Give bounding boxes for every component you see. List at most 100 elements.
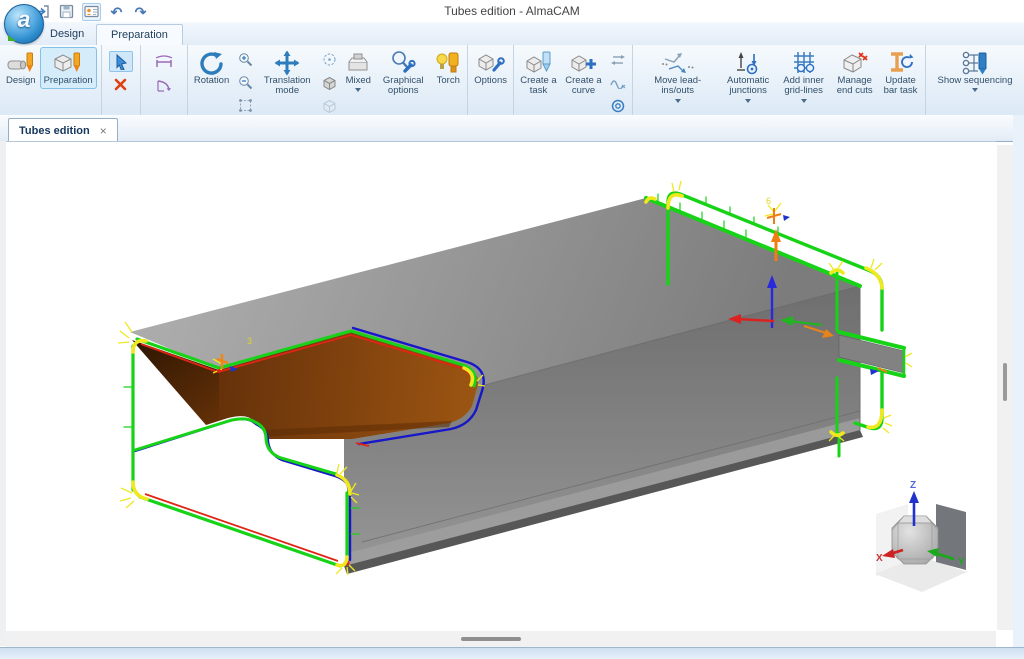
zoom-in-button[interactable] xyxy=(233,49,257,70)
preparation-icon xyxy=(53,50,83,76)
tab-design[interactable]: Design xyxy=(36,24,98,45)
torch-button[interactable]: Torch xyxy=(431,47,465,89)
graphical-options-label: Graphical options xyxy=(379,76,427,97)
curve-sketch-button[interactable] xyxy=(606,72,630,93)
measure-angle-icon xyxy=(156,77,172,92)
create-task-label: Create a task xyxy=(520,76,557,97)
end-cuts-icon xyxy=(841,50,869,76)
translation-icon xyxy=(274,50,300,76)
mixed-button[interactable]: Mixed xyxy=(341,47,375,95)
end-cuts-button[interactable]: Manage end cuts xyxy=(831,47,878,100)
quick-access-toolbar: ↶ ↷ xyxy=(34,3,149,20)
update-bar-button[interactable]: Update bar task xyxy=(878,47,923,100)
translation-label: Translation mode xyxy=(261,76,313,97)
view-solid-button[interactable] xyxy=(317,72,341,93)
document-tab-bar: Tubes edition × xyxy=(0,115,1024,142)
zoom-out-icon xyxy=(238,75,253,90)
tube-model[interactable]: 3 6 X Y Z xyxy=(6,142,996,630)
preparation-button[interactable]: Preparation xyxy=(40,47,97,89)
lead-arrows-icon xyxy=(610,54,626,66)
rotation-icon xyxy=(198,50,226,76)
create-curve-button[interactable]: Create a curve xyxy=(561,47,606,100)
axis-z-label: Z xyxy=(910,480,916,491)
auto-junctions-button[interactable]: Automatic junctions xyxy=(720,47,775,106)
status-bar xyxy=(0,647,1024,659)
auto-junctions-caret-icon xyxy=(745,99,751,103)
translation-mode-button[interactable]: Translation mode xyxy=(257,47,317,100)
design-button[interactable]: Design xyxy=(2,47,40,89)
mixed-caret-icon xyxy=(355,88,361,92)
lead-arrows-button[interactable] xyxy=(606,49,630,70)
ribbon-tab-strip: Design Preparation xyxy=(0,22,1024,46)
measure-distance-button[interactable] xyxy=(152,51,176,72)
grid-lines-icon xyxy=(791,50,817,76)
save-button[interactable] xyxy=(58,4,75,20)
view-wireframe-button[interactable] xyxy=(317,95,341,116)
cursor-icon xyxy=(113,54,128,70)
save-icon xyxy=(59,4,74,19)
show-sequencing-caret-icon xyxy=(972,88,978,92)
vertical-scrollbar[interactable] xyxy=(997,145,1013,630)
mixed-icon xyxy=(345,50,371,76)
zoom-in-icon xyxy=(238,52,253,67)
logo-wedge xyxy=(8,35,16,41)
axis-x-label: X xyxy=(876,553,883,564)
delete-selection-button[interactable] xyxy=(109,74,133,95)
solid-cube-icon xyxy=(322,75,337,90)
show-sequencing-button[interactable]: Show sequencing xyxy=(928,47,1022,95)
zoom-fit-button[interactable] xyxy=(233,95,257,116)
window-title: Tubes edition - AlmaCAM xyxy=(0,0,1024,22)
axis-y-label: Y xyxy=(958,557,965,568)
update-bar-icon xyxy=(887,50,915,76)
zoom-out-button[interactable] xyxy=(233,72,257,93)
move-leadins-caret-icon xyxy=(675,99,681,103)
leadin-number: 6 xyxy=(766,196,771,206)
undo-icon: ↶ xyxy=(111,5,123,19)
junction-number: 3 xyxy=(247,336,252,346)
document-tab-tubes-edition[interactable]: Tubes edition × xyxy=(8,118,118,143)
options-label: Options xyxy=(474,76,507,86)
move-leadins-label: Move lead-ins/outs xyxy=(639,76,716,97)
wire-cube-icon xyxy=(322,98,337,113)
rotation-button[interactable]: Rotation xyxy=(190,47,233,89)
redo-button[interactable]: ↷ xyxy=(132,4,149,20)
zoom-fit-icon xyxy=(238,98,253,113)
view-sphere-button[interactable] xyxy=(317,49,341,70)
create-task-button[interactable]: Create a task xyxy=(516,47,561,100)
auto-junctions-icon xyxy=(735,50,761,76)
almacam-logo[interactable]: a xyxy=(4,4,44,44)
orientation-cube[interactable]: X Y Z xyxy=(875,480,967,592)
graphical-options-icon xyxy=(390,50,416,76)
vertical-scrollbar-thumb[interactable] xyxy=(1003,363,1007,401)
document-tab-title: Tubes edition xyxy=(19,120,90,142)
tab-preparation[interactable]: Preparation xyxy=(96,24,183,47)
horizontal-scrollbar[interactable] xyxy=(6,631,996,647)
circle-tool-button[interactable] xyxy=(606,95,630,116)
undo-button[interactable]: ↶ xyxy=(108,4,125,20)
dashed-circle-icon xyxy=(322,52,337,67)
right-window-edge xyxy=(1013,115,1024,658)
rotation-label: Rotation xyxy=(194,76,229,86)
create-task-icon xyxy=(525,50,553,76)
options-icon xyxy=(477,50,505,76)
horizontal-scrollbar-thumb[interactable] xyxy=(461,637,521,641)
graphical-options-button[interactable]: Graphical options xyxy=(375,47,431,100)
show-sequencing-label: Show sequencing xyxy=(938,76,1013,86)
grid-lines-button[interactable]: Add inner grid-lines xyxy=(776,47,831,106)
measure-distance-icon xyxy=(155,55,173,69)
options-button[interactable]: Options xyxy=(470,47,511,89)
circle-tool-icon xyxy=(611,99,625,113)
viewport-canvas[interactable]: 3 6 X Y Z xyxy=(6,141,996,632)
user-card-button[interactable] xyxy=(82,3,101,21)
curve-sketch-icon xyxy=(610,77,626,89)
measure-angle-button[interactable] xyxy=(152,74,176,95)
mixed-label: Mixed xyxy=(346,76,371,86)
select-button[interactable] xyxy=(109,51,133,72)
update-bar-label: Update bar task xyxy=(882,76,919,97)
preparation-label: Preparation xyxy=(44,76,93,86)
design-icon xyxy=(7,50,35,76)
close-tab-icon[interactable]: × xyxy=(100,125,107,137)
move-leadins-button[interactable]: Move lead-ins/outs xyxy=(635,47,720,106)
title-bar: Tubes edition - AlmaCAM xyxy=(0,0,1024,22)
redo-icon: ↷ xyxy=(135,5,147,19)
